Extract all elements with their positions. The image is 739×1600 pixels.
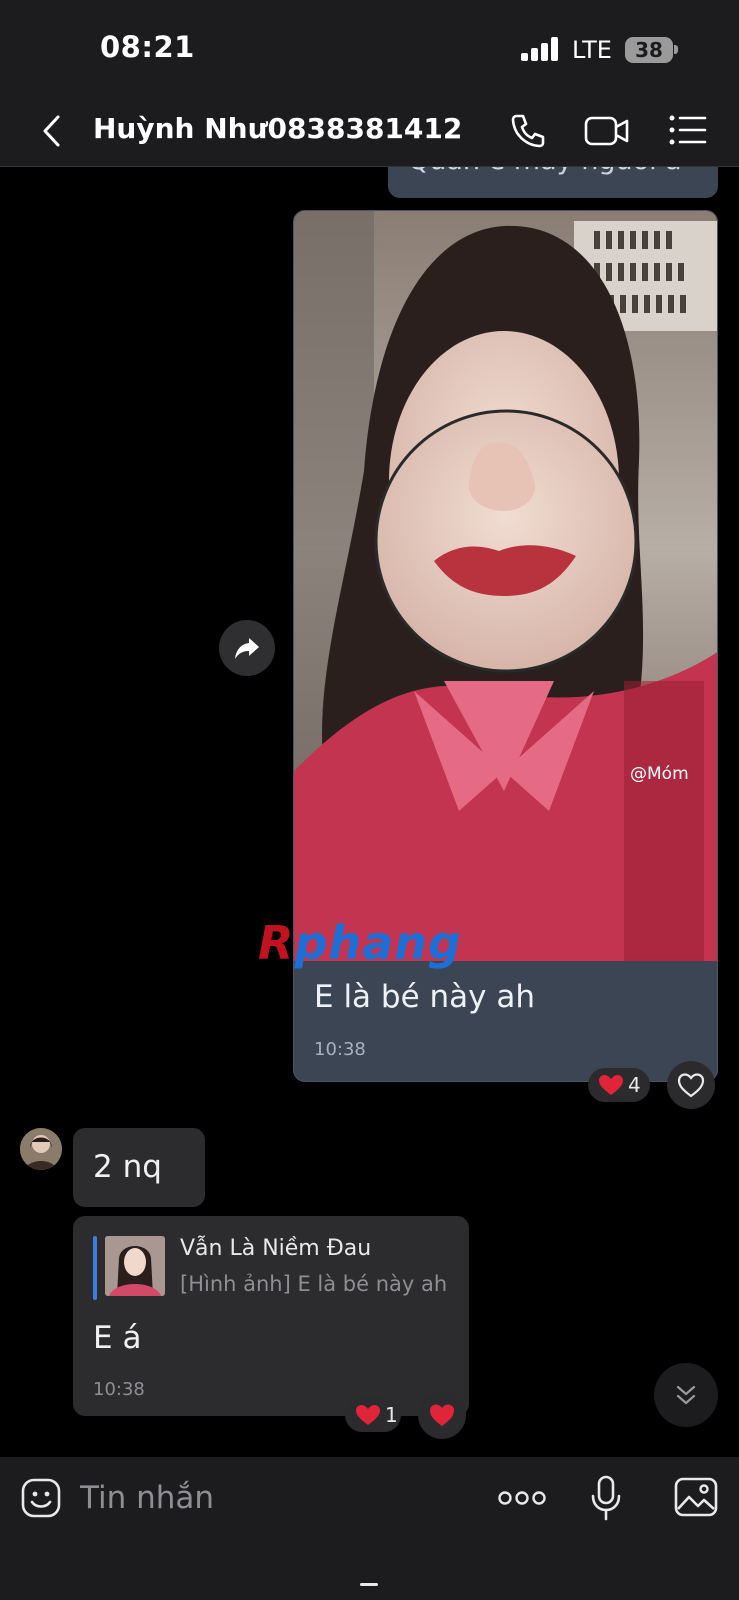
image-caption: E là bé này ah bbox=[314, 979, 535, 1015]
previous-message-text: Quản e mấy người á bbox=[408, 167, 682, 176]
message-composer bbox=[0, 1457, 739, 1600]
heart-icon bbox=[599, 1075, 623, 1095]
home-indicator bbox=[360, 1583, 378, 1586]
message-timestamp: 10:38 bbox=[314, 1039, 366, 1060]
message-list[interactable]: Quản e mấy người á bbox=[0, 167, 739, 1457]
sticker-emoji-icon[interactable] bbox=[20, 1477, 62, 1519]
network-type: LTE bbox=[572, 36, 612, 64]
scroll-to-bottom-button[interactable] bbox=[654, 1363, 718, 1427]
reaction-summary[interactable]: 1 bbox=[345, 1398, 401, 1432]
quoted-sender-name: Vẫn Là Niềm Đau bbox=[180, 1236, 372, 1261]
heart-outline-icon bbox=[677, 1073, 705, 1098]
contact-name[interactable]: Huỳnh Như0838381412 bbox=[93, 112, 462, 145]
battery-icon: 38 bbox=[625, 37, 673, 63]
share-forward-button[interactable] bbox=[219, 620, 275, 676]
shared-photo[interactable]: @Móm bbox=[294, 211, 717, 961]
menu-list-icon[interactable] bbox=[668, 113, 708, 147]
status-bar: 08:21 LTE 38 bbox=[0, 0, 739, 95]
reply-message-bubble[interactable]: Vẫn Là Niềm Đau [Hình ảnh] E là bé này a… bbox=[73, 1216, 469, 1416]
sender-avatar[interactable] bbox=[20, 1128, 62, 1170]
watermark-logo: Rphang bbox=[258, 916, 462, 970]
quoted-image-thumbnail[interactable] bbox=[105, 1236, 165, 1296]
battery-nub bbox=[674, 45, 678, 54]
video-call-icon[interactable] bbox=[584, 113, 630, 149]
heart-icon bbox=[356, 1405, 380, 1425]
heart-filled-icon bbox=[430, 1404, 454, 1426]
share-arrow-icon bbox=[235, 638, 259, 659]
phone-call-icon[interactable] bbox=[508, 111, 548, 151]
previous-message-bubble[interactable]: Quản e mấy người á bbox=[388, 167, 718, 198]
message-text: 2 nq bbox=[93, 1149, 162, 1185]
double-chevron-down-icon bbox=[676, 1385, 696, 1405]
message-text: E á bbox=[93, 1320, 142, 1356]
reaction-summary[interactable]: 4 bbox=[588, 1068, 650, 1102]
chat-header: Huỳnh Như0838381412 bbox=[0, 95, 739, 167]
react-like-button[interactable] bbox=[667, 1061, 715, 1109]
quoted-message-text: [Hình ảnh] E là bé này ah bbox=[180, 1272, 448, 1296]
incoming-message-bubble[interactable]: 2 nq bbox=[73, 1128, 205, 1207]
back-arrow-icon[interactable] bbox=[38, 113, 68, 149]
gallery-image-icon[interactable] bbox=[674, 1477, 718, 1517]
more-options-icon[interactable] bbox=[498, 1489, 546, 1507]
tiktok-username-tag: @Móm bbox=[630, 764, 689, 784]
message-timestamp: 10:38 bbox=[93, 1379, 145, 1400]
signal-icon bbox=[521, 37, 561, 61]
react-heart-button[interactable] bbox=[418, 1391, 466, 1439]
microphone-icon[interactable] bbox=[590, 1475, 622, 1521]
message-input[interactable] bbox=[80, 1473, 460, 1523]
clock: 08:21 bbox=[100, 30, 195, 64]
quote-accent-bar bbox=[93, 1236, 97, 1300]
